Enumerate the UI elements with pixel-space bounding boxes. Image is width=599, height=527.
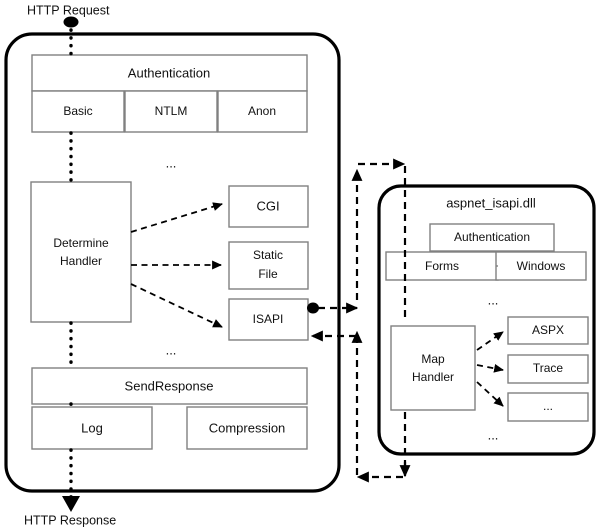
post-compression-label: Compression xyxy=(209,420,286,435)
determine-handler-label-line2: Handler xyxy=(60,254,102,268)
map-handler-label-line2: Handler xyxy=(412,370,454,384)
authentication-header-label: Authentication xyxy=(128,65,210,80)
handler-static-label-line1: Static xyxy=(253,248,283,262)
http-response-label: HTTP Response xyxy=(24,513,116,527)
determine-handler-box[interactable] xyxy=(30,181,132,323)
isapi-authentication-header-label: Authentication xyxy=(454,230,530,244)
diagram-svg: HTTP Request HTTP Response Authenticatio… xyxy=(4,3,596,527)
isapi-auth-windows-label: Windows xyxy=(517,259,566,273)
post-log-label: Log xyxy=(81,420,103,435)
isapi-auth-forms-label: Forms xyxy=(425,259,459,273)
diagram-canvas: HTTP Request HTTP Response Authenticatio… xyxy=(0,0,599,527)
map-handler-label-line1: Map xyxy=(421,352,445,366)
request-origin-dot xyxy=(63,16,79,28)
handler-isapi-label: ISAPI xyxy=(253,312,284,326)
response-arrowhead xyxy=(62,496,80,512)
handler-static-label-line2: File xyxy=(258,267,278,281)
isapi-ellipsis-after-auth: ... xyxy=(488,292,499,307)
ellipsis-after-handlers: ... xyxy=(166,342,177,357)
http-request-label: HTTP Request xyxy=(27,3,110,17)
map-handler-box[interactable] xyxy=(390,325,476,411)
auth-method-basic-label: Basic xyxy=(63,104,92,118)
determine-handler-label-line1: Determine xyxy=(53,236,109,250)
auth-method-ntlm-label: NTLM xyxy=(155,104,188,118)
isapi-out-junction-dot xyxy=(307,302,319,314)
handler-cgi-label: CGI xyxy=(256,198,279,213)
isapi-handler-trace-label: Trace xyxy=(533,361,564,375)
isapi-ellipsis-bottom: ... xyxy=(488,427,499,442)
isapi-panel-title: aspnet_isapi.dll xyxy=(446,195,536,210)
send-response-label: SendResponse xyxy=(125,378,214,393)
isapi-handler-more-label: ... xyxy=(543,399,553,413)
isapi-handler-aspx-label: ASPX xyxy=(532,323,564,337)
auth-method-anon-label: Anon xyxy=(248,104,276,118)
ellipsis-after-auth: ... xyxy=(166,155,177,170)
